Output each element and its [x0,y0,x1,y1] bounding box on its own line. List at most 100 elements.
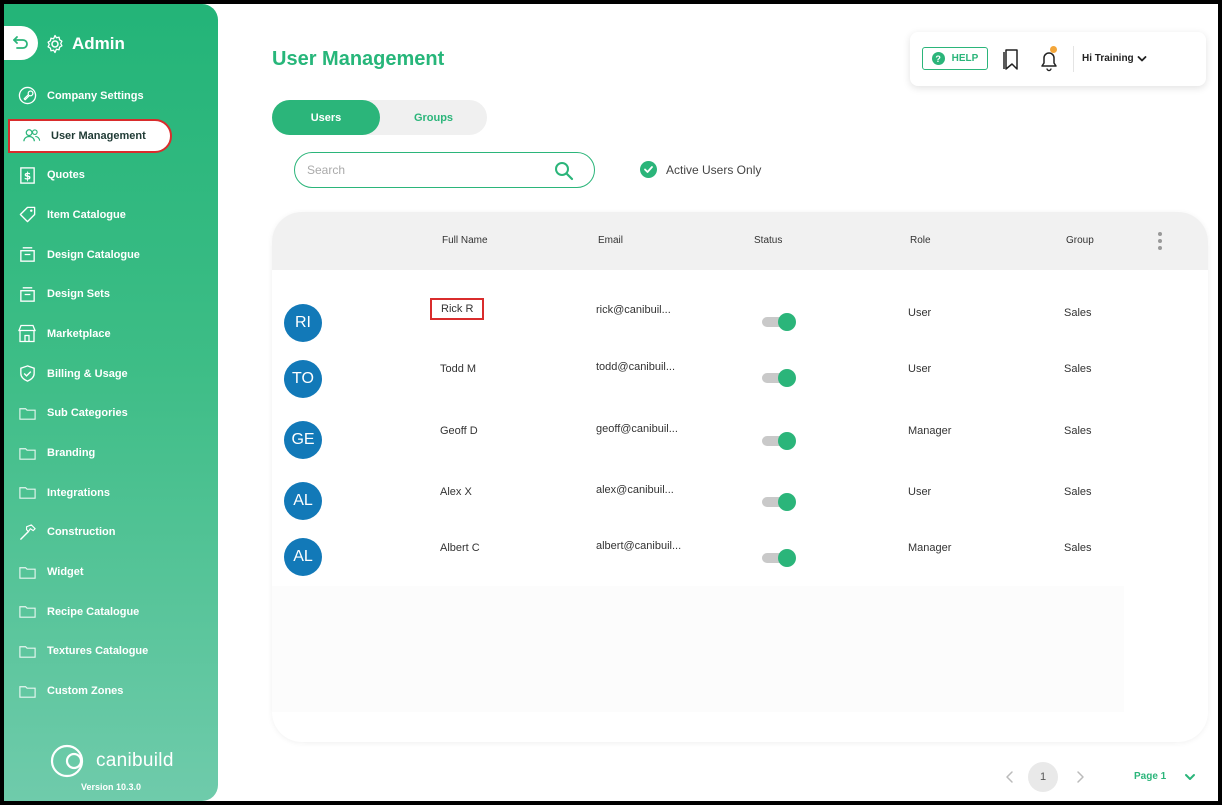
logo-text: canibuild [96,750,174,771]
avatar: AL [284,538,322,576]
full-name-cell[interactable]: Geoff D [440,425,478,437]
chevron-down-icon[interactable] [1184,771,1196,783]
full-name-cell[interactable]: Albert C [440,542,480,554]
role-cell: User [908,363,932,375]
sidebar-item-label: Recipe Catalogue [47,605,140,618]
table-row[interactable]: AL Albert C albert@canibuil... Manager S… [272,529,1208,585]
column-header-status[interactable]: Status [754,235,782,246]
group-cell: Sales [1064,542,1092,554]
sidebar-item-label: Design Catalogue [47,248,140,261]
table-row[interactable]: TO Todd M todd@canibuil... User Sales [272,350,1208,406]
sidebar-item-construction[interactable]: Construction [4,513,218,553]
sidebar-item-label: Company Settings [47,89,144,102]
sidebar-item-label: User Management [51,129,146,142]
pagination: 1 Page 1 [994,762,1214,792]
chevron-left-icon[interactable] [1004,770,1016,784]
sidebar-item-item-catalogue[interactable]: Item Catalogue [4,195,218,235]
folder-icon [18,408,36,420]
sidebar-item-label: Construction [47,526,116,539]
hammer-icon [19,524,36,540]
users-icon [22,129,40,142]
column-header-group[interactable]: Group [1066,235,1094,246]
bell-icon[interactable] [1038,48,1060,72]
sidebar: Admin Company Settings User Management $… [4,4,218,801]
sidebar-item-label: Item Catalogue [47,208,126,221]
column-header-email[interactable]: Email [598,235,623,246]
tab-groups[interactable]: Groups [380,100,487,135]
full-name-cell[interactable]: Rick R [430,298,485,320]
group-cell: Sales [1064,486,1092,498]
question-icon: ? [931,52,945,65]
status-toggle[interactable] [762,548,796,568]
sidebar-item-label: Integrations [47,486,110,499]
full-name-cell[interactable]: Todd M [440,363,476,375]
help-label: HELP [951,53,979,64]
folder-icon [18,447,36,460]
version-label: Version 10.3.0 [80,782,142,792]
bookmark-icon[interactable] [1002,48,1022,72]
full-name-cell[interactable]: Alex X [440,486,472,498]
folder-icon [18,606,36,619]
sidebar-item-label: Marketplace [47,327,111,340]
sidebar-nav: Company Settings User Management $ Quote… [4,76,218,711]
tray-icon [19,247,35,262]
status-toggle[interactable] [762,368,796,388]
sidebar-item-label: Design Sets [47,288,110,301]
user-greeting[interactable]: Hi Training [1082,53,1134,64]
search-input[interactable] [307,161,537,179]
chevron-down-icon[interactable] [1136,53,1148,65]
sidebar-item-custom-zones[interactable]: Custom Zones [4,671,218,711]
sidebar-item-sub-categories[interactable]: Sub Categories [4,394,218,434]
sidebar-item-widget[interactable]: Widget [4,552,218,592]
column-header-role[interactable]: Role [910,235,931,246]
sidebar-item-branding[interactable]: Branding [4,433,218,473]
sidebar-item-label: Widget [47,566,84,579]
sidebar-item-billing-usage[interactable]: Billing & Usage [4,354,218,394]
check-circle-icon[interactable] [640,161,657,178]
status-toggle[interactable] [762,492,796,512]
sidebar-title: Admin [72,34,125,53]
search-box [294,152,595,188]
group-cell: Sales [1064,363,1092,375]
shield-check-icon [19,365,35,382]
avatar: AL [284,482,322,520]
role-cell: Manager [908,425,952,437]
sidebar-item-label: Billing & Usage [47,367,128,380]
page-label[interactable]: Page 1 [1134,771,1166,782]
email-cell: geoff@canibuil... [596,423,678,435]
sidebar-item-recipe-catalogue[interactable]: Recipe Catalogue [4,592,218,632]
sidebar-item-quotes[interactable]: $ Quotes [4,155,218,195]
help-button[interactable]: ? HELP [922,47,988,70]
search-icon[interactable] [554,161,574,181]
email-cell: alex@canibuil... [596,484,674,496]
gear-icon [47,34,63,54]
table-row[interactable]: AL Alex X alex@canibuil... User Sales [272,473,1208,529]
sidebar-item-integrations[interactable]: Integrations [4,473,218,513]
sidebar-item-textures-catalogue[interactable]: Textures Catalogue [4,632,218,672]
table-row[interactable]: GE Geoff D geoff@canibuil... Manager Sal… [272,412,1208,468]
sidebar-item-label: Textures Catalogue [47,645,149,658]
column-header-full-name[interactable]: Full Name [442,235,488,246]
active-users-filter[interactable]: Active Users Only [640,161,761,178]
role-cell: Manager [908,542,952,554]
more-options-icon[interactable] [1158,232,1162,250]
tab-users[interactable]: Users [272,100,380,135]
back-arrow-icon [13,36,28,49]
back-button[interactable] [4,26,38,60]
view-tabs: Users Groups [272,100,487,135]
email-cell: todd@canibuil... [596,361,676,373]
app-window: Admin Company Settings User Management $… [4,4,1218,801]
sidebar-item-marketplace[interactable]: Marketplace [4,314,218,354]
sidebar-item-design-catalogue[interactable]: Design Catalogue [4,235,218,275]
chevron-right-icon[interactable] [1074,770,1086,784]
sidebar-item-user-management[interactable]: User Management [4,116,218,156]
sidebar-item-company-settings[interactable]: Company Settings [4,76,218,116]
status-toggle[interactable] [762,312,796,332]
table-row[interactable]: RI Rick R rick@canibuil... User Sales [272,294,1208,350]
group-cell: Sales [1064,425,1092,437]
svg-text:$: $ [23,170,30,182]
page-number-button[interactable]: 1 [1028,762,1058,792]
email-cell: rick@canibuil... [596,304,671,316]
sidebar-item-design-sets[interactable]: Design Sets [4,274,218,314]
status-toggle[interactable] [762,431,796,451]
